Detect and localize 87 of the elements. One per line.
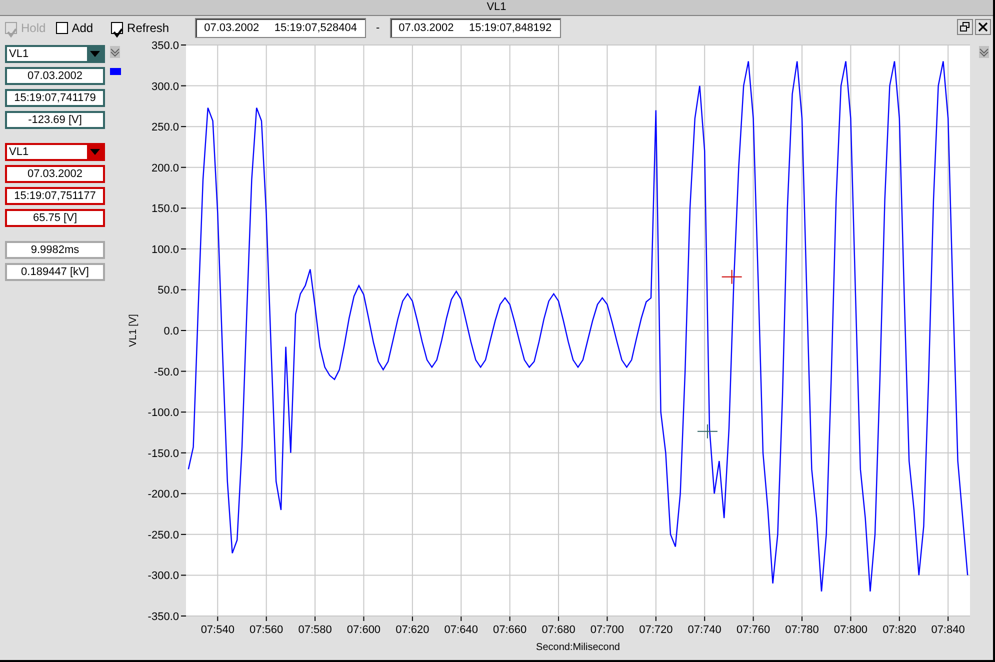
x-tick bbox=[704, 616, 705, 622]
y-axis-title: VL1 [V] bbox=[128, 314, 139, 347]
x-tick bbox=[655, 616, 656, 622]
checkbox[interactable]: Add bbox=[56, 19, 94, 37]
y-tick bbox=[180, 493, 186, 494]
x-tick-label: 07:800 bbox=[834, 624, 868, 636]
x-tick bbox=[898, 616, 900, 622]
x-tick bbox=[752, 616, 754, 622]
y-tick-label: 50.0 bbox=[157, 284, 179, 297]
x-tick bbox=[606, 616, 608, 622]
y-tick bbox=[180, 412, 186, 413]
check-icon bbox=[6, 26, 18, 39]
x-tick-label: 07:620 bbox=[395, 624, 430, 636]
check-icon bbox=[112, 26, 124, 39]
date-field: 07.03.2002 bbox=[5, 67, 105, 85]
cursor-crosshair[interactable] bbox=[696, 424, 718, 439]
close-button[interactable] bbox=[975, 19, 991, 35]
x-tick-label: 07:680 bbox=[541, 624, 576, 636]
cursor-crosshair[interactable] bbox=[721, 269, 742, 284]
y-tick-label: 100.0 bbox=[151, 244, 179, 256]
y-tick-label: 300.0 bbox=[151, 80, 179, 93]
y-tick bbox=[180, 330, 186, 331]
y-tick bbox=[180, 126, 186, 128]
x-tick-label: 07:760 bbox=[736, 624, 770, 636]
x-tick-label: 07:600 bbox=[346, 624, 380, 636]
y-tick-label: 350.0 bbox=[151, 40, 179, 52]
y-tick bbox=[180, 370, 186, 372]
time-field: 15:19:07,751177 bbox=[5, 187, 105, 205]
x-tick-label: 07:580 bbox=[298, 624, 332, 636]
y-tick-label: -50.0 bbox=[154, 366, 179, 378]
x-tick bbox=[801, 616, 802, 622]
y-tick-label: -150.0 bbox=[148, 448, 179, 460]
x-tick bbox=[216, 616, 218, 622]
x-tick-label: 07:820 bbox=[882, 624, 916, 636]
y-tick-label: -250.0 bbox=[148, 529, 179, 542]
x-tick-label: 07:840 bbox=[931, 624, 965, 636]
time-field: 15:19:07,741179 bbox=[5, 89, 105, 107]
y-tick-label: 250.0 bbox=[151, 122, 179, 134]
y-tick bbox=[180, 574, 186, 576]
dropdown-arrow-icon[interactable] bbox=[90, 149, 100, 155]
time-difference-field: 9.9982ms bbox=[5, 241, 105, 259]
y-tick-label: -100.0 bbox=[148, 407, 179, 420]
channel-dropdown[interactable]: VL1 bbox=[5, 143, 105, 161]
x-tick-label: 07:560 bbox=[249, 624, 283, 636]
value-difference-field: 0.189447 [kV] bbox=[5, 263, 105, 281]
y-tick-label: 150.0 bbox=[151, 203, 179, 216]
y-tick-label: -350.0 bbox=[148, 611, 179, 623]
y-tick bbox=[180, 452, 186, 454]
date-range-start-field[interactable]: 07.03.2002 15:19:07,528404 bbox=[195, 18, 366, 38]
channel-dropdown[interactable]: VL1 bbox=[5, 45, 105, 63]
x-tick bbox=[314, 616, 316, 622]
y-tick bbox=[180, 248, 186, 250]
x-tick bbox=[558, 616, 559, 622]
x-tick-label: 07:700 bbox=[590, 624, 624, 636]
value-field: 65.75 [V] bbox=[5, 209, 105, 227]
y-tick-label: -200.0 bbox=[148, 488, 179, 501]
date-field: 07.03.2002 bbox=[5, 165, 105, 183]
x-tick bbox=[947, 616, 948, 622]
x-tick-label: 07:780 bbox=[784, 624, 819, 636]
y-tick bbox=[180, 208, 186, 209]
y-tick bbox=[180, 166, 186, 168]
y-tick bbox=[180, 534, 186, 535]
x-tick-label: 07:660 bbox=[492, 624, 526, 636]
x-tick-label: 07:540 bbox=[200, 624, 234, 636]
x-tick bbox=[412, 616, 413, 622]
window-title: VL1 bbox=[0, 0, 993, 16]
range-separator: - bbox=[376, 20, 380, 36]
y-tick-label: 0.0 bbox=[163, 326, 179, 338]
x-axis-title: Second:Milisecond bbox=[536, 642, 620, 653]
restore-button[interactable] bbox=[957, 19, 973, 35]
y-tick bbox=[180, 289, 186, 290]
x-tick bbox=[363, 616, 364, 622]
date-range-end-field[interactable]: 07.03.2002 15:19:07,848192 bbox=[390, 18, 561, 38]
y-tick-label: -300.0 bbox=[148, 570, 179, 582]
dropdown-arrow-icon[interactable] bbox=[90, 51, 100, 57]
x-tick-label: 07:640 bbox=[444, 624, 478, 636]
checkbox[interactable]: Refresh bbox=[111, 19, 170, 37]
x-tick bbox=[460, 616, 462, 622]
x-tick-label: 07:720 bbox=[638, 624, 672, 636]
value-field: -123.69 [V] bbox=[5, 111, 105, 129]
y-tick bbox=[180, 85, 186, 86]
y-tick-label: 200.0 bbox=[151, 162, 179, 174]
x-tick bbox=[850, 616, 851, 622]
x-tick bbox=[509, 616, 510, 622]
x-tick bbox=[266, 616, 267, 622]
y-tick bbox=[180, 44, 186, 46]
x-tick-label: 07:740 bbox=[688, 624, 722, 636]
